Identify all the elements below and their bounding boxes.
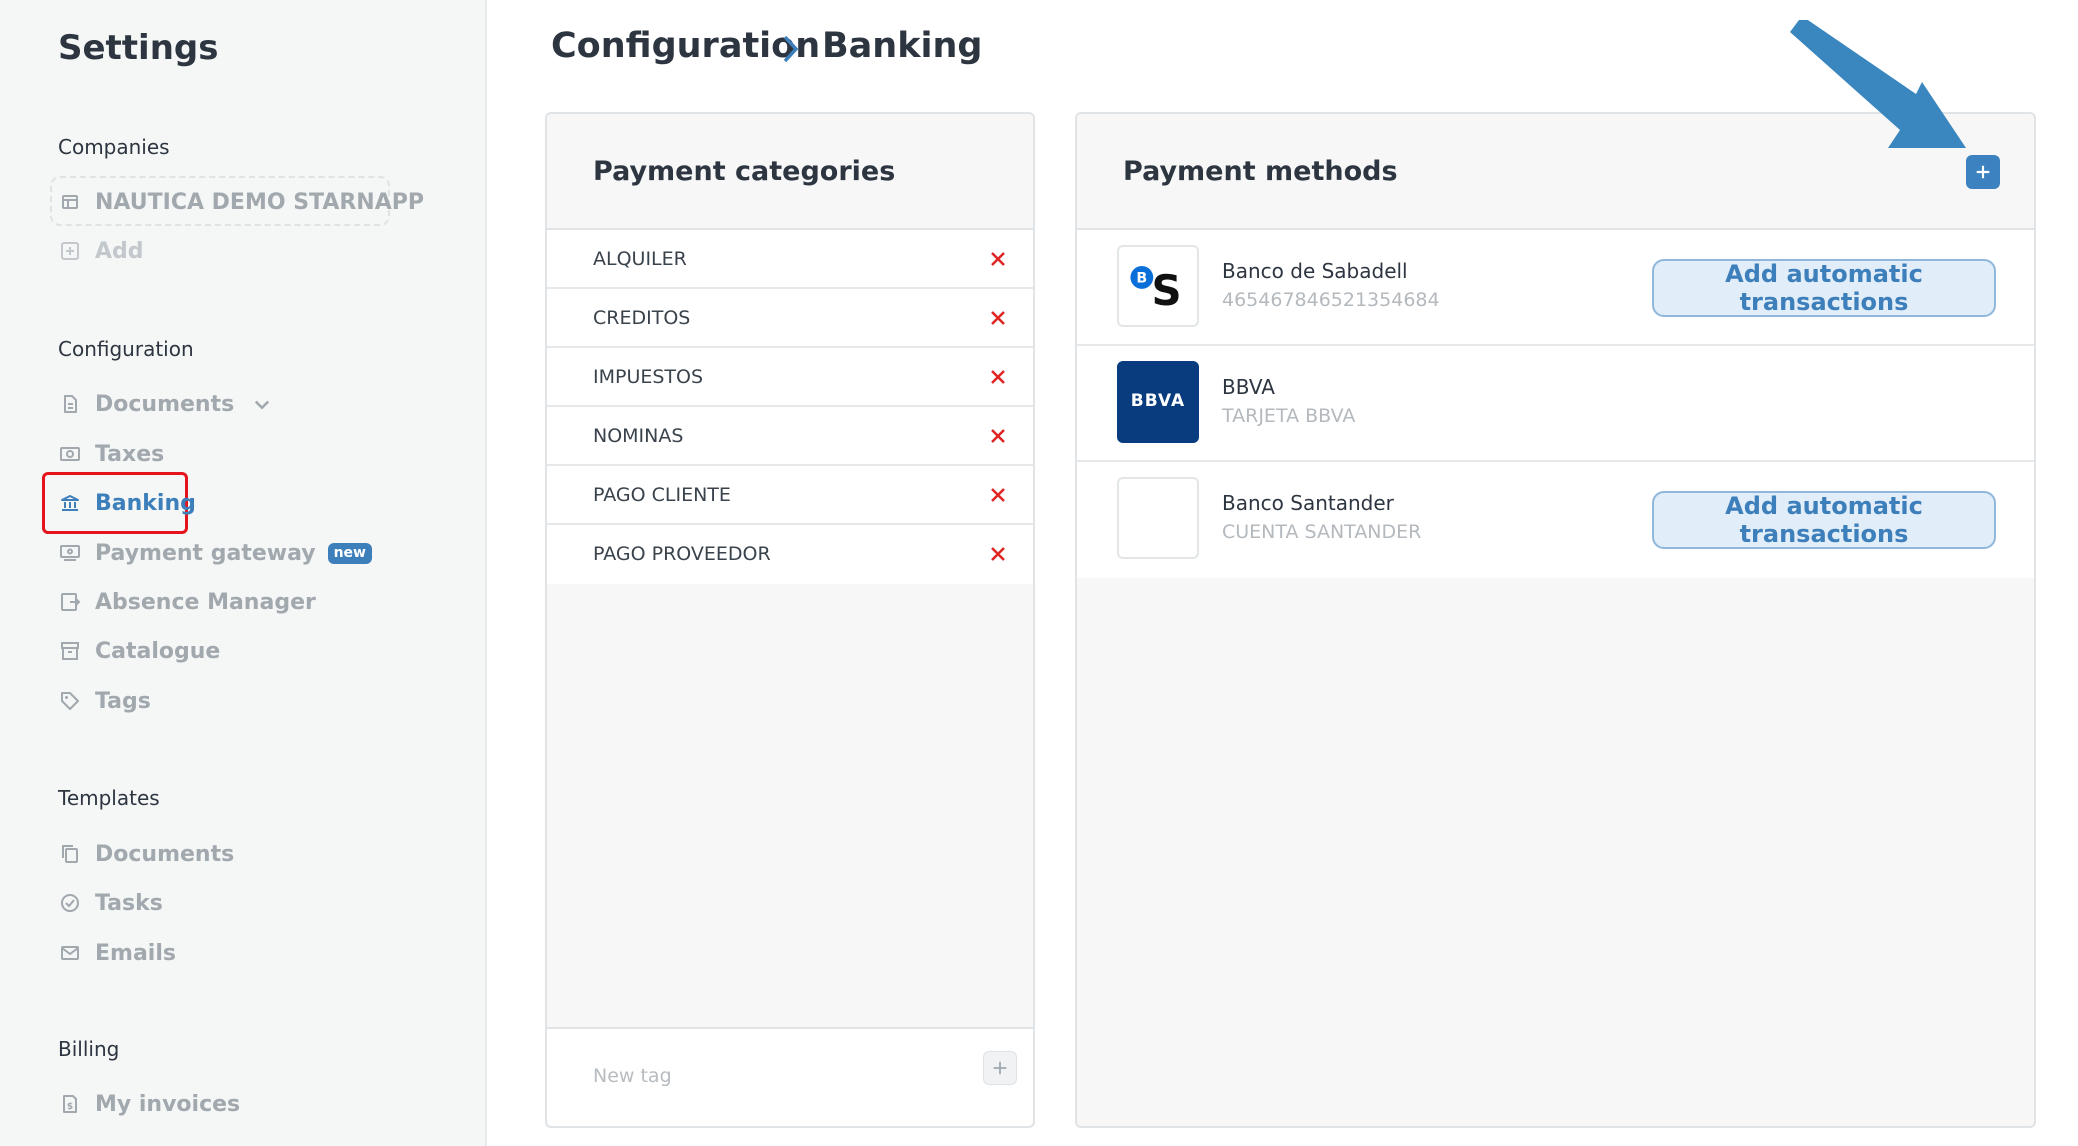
sidebar-title: Settings (58, 28, 219, 68)
taxes-icon (60, 444, 80, 464)
payment-method-detail: 465467846521354684 (1222, 289, 1440, 311)
sidebar-item-label: Emails (95, 940, 176, 966)
new-badge: new (327, 542, 372, 564)
delete-x-icon[interactable] (985, 541, 1011, 567)
payment-method-detail: CUENTA SANTANDER (1222, 521, 1422, 543)
sidebar-item-label: Catalogue (95, 638, 221, 664)
category-label: CREDITOS (593, 307, 691, 329)
add-square-icon (60, 241, 80, 261)
sidebar-item-label: Banking (95, 490, 196, 516)
sidebar-item-label: Taxes (95, 441, 165, 467)
payment-method-row[interactable]: Banco Santander CUENTA SANTANDER Add aut… (1077, 462, 2034, 578)
sidebar-item-label: Tasks (95, 890, 163, 916)
company-icon (60, 192, 80, 212)
payment-methods-panel: Payment methods B S Banco de Sabadell 46… (1075, 112, 2036, 1128)
sidebar-item-label: Tags (95, 688, 151, 714)
add-company-button[interactable]: Add (60, 233, 144, 269)
companies-heading: Companies (58, 135, 170, 159)
category-row: CREDITOS (547, 289, 1033, 348)
breadcrumb-current: Banking (822, 26, 983, 66)
sidebar-item-label: Documents (95, 841, 235, 867)
company-item[interactable]: NAUTICA DEMO STARNAPP (60, 184, 424, 220)
payment-categories-panel: Payment categories ALQUILER CREDITOS IMP… (545, 112, 1035, 1128)
bank-icon (60, 493, 80, 513)
settings-sidebar: Settings Companies NAUTICA DEMO STARNAPP… (0, 0, 487, 1146)
payment-method-name: BBVA (1222, 375, 1275, 399)
new-tag-input[interactable]: New tag (593, 1065, 672, 1087)
new-tag-row: New tag (547, 1027, 1033, 1126)
sabadell-logo: B S (1117, 245, 1199, 327)
svg-text:S: S (1151, 266, 1181, 315)
payment-method-name: Banco de Sabadell (1222, 259, 1408, 283)
company-name: NAUTICA DEMO STARNAPP (95, 189, 424, 215)
check-circle-icon (60, 893, 80, 913)
delete-x-icon[interactable] (985, 423, 1011, 449)
delete-x-icon[interactable] (985, 246, 1011, 272)
payment-categories-title: Payment categories (593, 156, 896, 187)
sidebar-item-label: My invoices (95, 1091, 241, 1117)
category-label: NOMINAS (593, 425, 684, 447)
category-row: PAGO PROVEEDOR (547, 525, 1033, 584)
plus-icon (993, 1061, 1007, 1075)
blank-logo (1117, 477, 1199, 559)
sidebar-item-my-invoices[interactable]: $ My invoices (60, 1086, 240, 1122)
sidebar-item-payment-gateway[interactable]: Payment gateway new (60, 535, 372, 571)
chevron-down-icon[interactable] (252, 394, 272, 414)
bbva-logo: BBVA (1117, 361, 1199, 443)
category-label: PAGO CLIENTE (593, 484, 731, 506)
add-company-label: Add (95, 238, 144, 264)
plus-icon (1976, 165, 1990, 179)
add-automatic-transactions-button[interactable]: Add automatic transactions (1652, 491, 1996, 549)
delete-x-icon[interactable] (985, 482, 1011, 508)
copy-icon (60, 844, 80, 864)
svg-text:$: $ (67, 1102, 73, 1112)
delete-x-icon[interactable] (985, 305, 1011, 331)
templates-heading: Templates (58, 786, 160, 810)
payment-gateway-icon (60, 543, 80, 563)
payment-method-row[interactable]: B S Banco de Sabadell 465467846521354684… (1077, 230, 2034, 346)
sidebar-item-tasks[interactable]: Tasks (60, 885, 163, 921)
mail-icon (60, 943, 80, 963)
panel-header: Payment categories (547, 114, 1033, 230)
catalogue-icon (60, 641, 80, 661)
document-icon (60, 394, 80, 414)
payment-method-name: Banco Santander (1222, 491, 1394, 515)
payment-method-detail: TARJETA BBVA (1222, 405, 1356, 427)
bbva-logo-text: BBVA (1130, 391, 1186, 411)
category-row: NOMINAS (547, 407, 1033, 466)
sidebar-item-label: Absence Manager (95, 589, 316, 615)
add-payment-method-button[interactable] (1966, 155, 2000, 189)
configuration-heading: Configuration (58, 337, 194, 361)
delete-x-icon[interactable] (985, 364, 1011, 390)
sidebar-item-documents[interactable]: Documents (60, 386, 272, 422)
sidebar-item-banking[interactable]: Banking (60, 485, 196, 521)
chevron-right-icon (783, 35, 799, 63)
absence-icon (60, 592, 80, 612)
sidebar-item-label: Payment gateway (95, 540, 316, 566)
sidebar-item-taxes[interactable]: Taxes (60, 436, 164, 472)
billing-heading: Billing (58, 1037, 120, 1061)
annotation-arrow-icon (1790, 20, 1966, 148)
payment-method-row[interactable]: BBVA BBVA TARJETA BBVA (1077, 346, 2034, 462)
payment-methods-title: Payment methods (1123, 156, 1398, 187)
sidebar-item-tags[interactable]: Tags (60, 683, 151, 719)
category-label: ALQUILER (593, 248, 687, 270)
sidebar-item-template-documents[interactable]: Documents (60, 836, 234, 872)
add-automatic-transactions-button[interactable]: Add automatic transactions (1652, 259, 1996, 317)
sidebar-item-emails[interactable]: Emails (60, 935, 176, 971)
sidebar-item-label: Documents (95, 391, 235, 417)
add-tag-button[interactable] (983, 1051, 1017, 1085)
svg-text:B: B (1136, 271, 1147, 287)
sidebar-item-catalogue[interactable]: Catalogue (60, 633, 220, 669)
invoice-icon: $ (60, 1094, 80, 1114)
category-row: PAGO CLIENTE (547, 466, 1033, 525)
category-label: PAGO PROVEEDOR (593, 543, 771, 565)
category-label: IMPUESTOS (593, 366, 704, 388)
tag-icon (60, 691, 80, 711)
sidebar-item-absence-manager[interactable]: Absence Manager (60, 584, 316, 620)
category-row: IMPUESTOS (547, 348, 1033, 407)
category-row: ALQUILER (547, 230, 1033, 289)
